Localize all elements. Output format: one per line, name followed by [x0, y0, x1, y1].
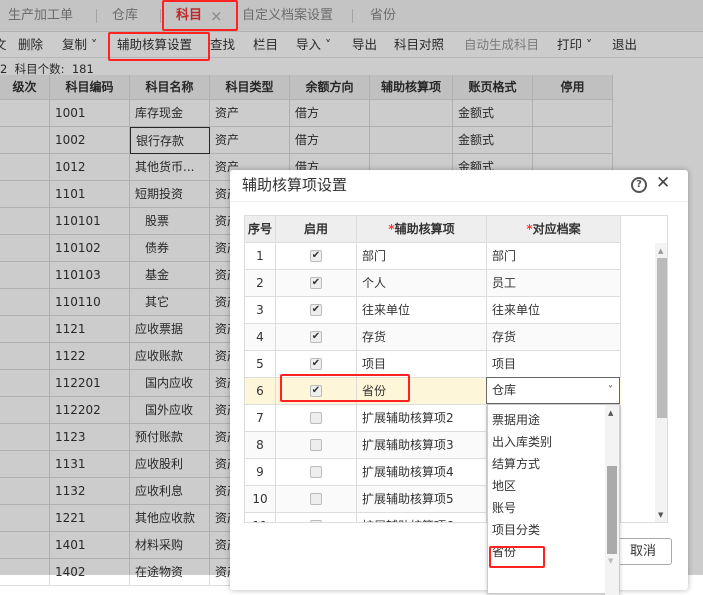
seq-cell: 9 — [245, 459, 276, 486]
header-archive: *对应档案 — [487, 216, 621, 243]
item-cell: 扩展辅助核算项2 — [357, 405, 487, 432]
aux-setup-dialog: 辅助核算项设置 ? ✕ 序号 启用 *辅助核算项 *对应档案 1 ✔ 部门 部门 2 ✔ 个… — [230, 170, 688, 595]
aux-item-row[interactable]: 3 ✔ 往来单位 往来单位 — [245, 297, 621, 324]
scroll-down-icon[interactable]: ▼ — [658, 511, 663, 519]
aux-item-row[interactable]: 4 ✔ 存货 存货 — [245, 324, 621, 351]
enabled-cell — [276, 432, 357, 459]
highlight-box — [280, 374, 410, 402]
header-seq: 序号 — [245, 216, 276, 243]
table-scrollbar[interactable]: ▲ ▼ — [655, 243, 667, 522]
enabled-checkbox[interactable] — [310, 520, 322, 522]
seq-cell: 8 — [245, 432, 276, 459]
archive-cell: 员工 — [487, 270, 621, 297]
scroll-up-icon[interactable]: ▲ — [658, 247, 663, 255]
dropdown-option[interactable]: 票据用途 — [492, 409, 540, 431]
cancel-button[interactable]: 取消 — [614, 538, 672, 565]
scrollbar-thumb[interactable] — [607, 466, 617, 554]
enabled-cell: ✔ — [276, 297, 357, 324]
enabled-cell — [276, 459, 357, 486]
archive-cell: 项目 — [487, 351, 621, 378]
seq-cell: 5 — [245, 351, 276, 378]
enabled-checkbox[interactable] — [310, 493, 322, 505]
dropdown-option[interactable]: 账号 — [492, 497, 516, 519]
dropdown-option[interactable]: 地区 — [492, 475, 516, 497]
seq-cell: 11 — [245, 513, 276, 522]
enabled-cell — [276, 486, 357, 513]
table-header: 序号 启用 *辅助核算项 *对应档案 — [245, 216, 621, 243]
dropdown-option[interactable]: 项目分类 — [492, 519, 540, 541]
header-archive-label: 对应档案 — [532, 222, 581, 236]
scroll-up-icon[interactable]: ▲ — [608, 409, 613, 417]
header-item-label: 辅助核算项 — [394, 222, 455, 236]
enabled-checkbox[interactable] — [310, 466, 322, 478]
archive-cell: 往来单位 — [487, 297, 621, 324]
enabled-cell — [276, 405, 357, 432]
item-cell: 部门 — [357, 243, 487, 270]
archive-cell: 部门 — [487, 243, 621, 270]
help-icon[interactable]: ? — [631, 177, 647, 193]
enabled-cell: ✔ — [276, 243, 357, 270]
dropdown-option[interactable]: 结算方式 — [492, 453, 540, 475]
archive-select[interactable]: 仓库 ˅ — [486, 377, 620, 404]
item-cell: 往来单位 — [357, 297, 487, 324]
dropdown-scrollbar[interactable]: ▲ ▼ — [605, 405, 619, 595]
seq-cell: 7 — [245, 405, 276, 432]
enabled-checkbox[interactable]: ✔ — [310, 331, 322, 343]
item-cell: 扩展辅助核算项4 — [357, 459, 487, 486]
seq-cell: 6 — [245, 378, 276, 405]
close-icon[interactable]: ✕ — [656, 173, 670, 193]
archive-dropdown: 省份 项目分类 账号 地区 结算方式 出入库类别 票据用途 ▲ ▼ — [487, 404, 620, 595]
enabled-cell: ✔ — [276, 324, 357, 351]
item-cell: 扩展辅助核算项6 — [357, 513, 487, 522]
chevron-down-icon: ˅ — [608, 385, 613, 396]
highlight-box — [162, 0, 238, 31]
item-cell: 扩展辅助核算项3 — [357, 432, 487, 459]
seq-cell: 1 — [245, 243, 276, 270]
seq-cell: 10 — [245, 486, 276, 513]
aux-item-row[interactable]: 1 ✔ 部门 部门 — [245, 243, 621, 270]
enabled-cell: ✔ — [276, 270, 357, 297]
item-cell: 扩展辅助核算项5 — [357, 486, 487, 513]
divider — [230, 201, 688, 202]
scroll-down-icon[interactable]: ▼ — [608, 557, 613, 565]
header-item: *辅助核算项 — [357, 216, 487, 243]
select-value: 仓库 — [492, 383, 517, 397]
seq-cell: 4 — [245, 324, 276, 351]
highlight-box — [108, 32, 210, 61]
archive-cell: 存货 — [487, 324, 621, 351]
header-enabled: 启用 — [276, 216, 357, 243]
enabled-checkbox[interactable] — [310, 412, 322, 424]
aux-item-row[interactable]: 2 ✔ 个人 员工 — [245, 270, 621, 297]
enabled-checkbox[interactable]: ✔ — [310, 250, 322, 262]
enabled-checkbox[interactable]: ✔ — [310, 277, 322, 289]
enabled-checkbox[interactable] — [310, 439, 322, 451]
seq-cell: 2 — [245, 270, 276, 297]
enabled-checkbox[interactable]: ✔ — [310, 358, 322, 370]
seq-cell: 3 — [245, 297, 276, 324]
enabled-cell — [276, 513, 357, 522]
dialog-title: 辅助核算项设置 — [242, 176, 348, 194]
scrollbar-thumb[interactable] — [657, 258, 667, 418]
dropdown-option[interactable]: 出入库类别 — [492, 431, 552, 453]
item-cell: 个人 — [357, 270, 487, 297]
enabled-checkbox[interactable]: ✔ — [310, 304, 322, 316]
highlight-box — [489, 546, 545, 568]
item-cell: 存货 — [357, 324, 487, 351]
